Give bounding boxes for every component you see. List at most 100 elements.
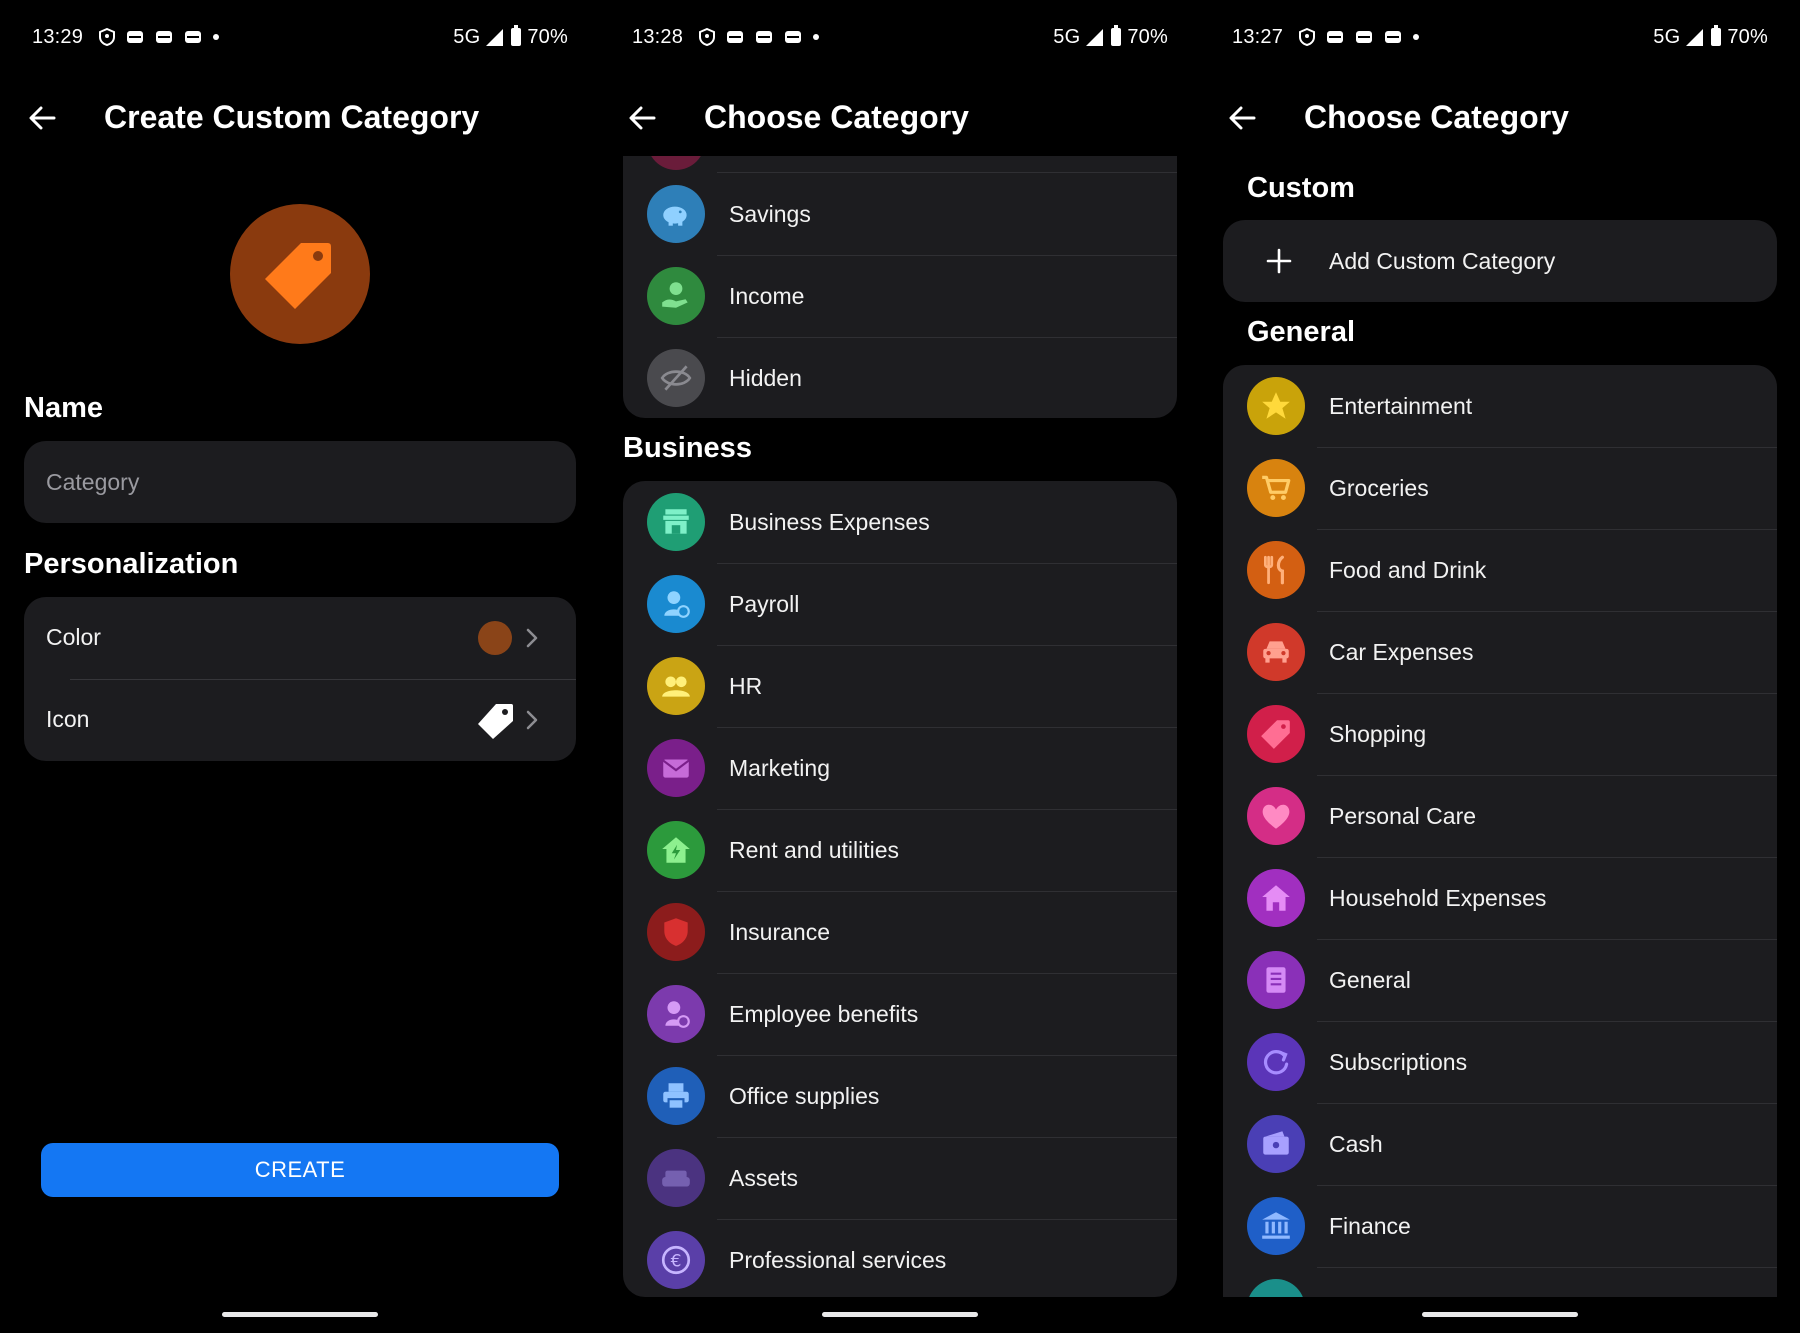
- notification-icons: [1299, 28, 1420, 46]
- home-indicator[interactable]: [822, 1312, 978, 1317]
- category-row-food-and-drink[interactable]: Food and Drink: [1223, 529, 1777, 611]
- create-category-screen: 13:29 5G 70% Create Custom Category Name…: [0, 0, 600, 1333]
- category-label: Assets: [729, 1164, 799, 1191]
- home-icon: [1247, 869, 1305, 927]
- category-row-general[interactable]: General: [1223, 939, 1777, 1021]
- category-row-subscriptions[interactable]: Subscriptions: [1223, 1021, 1777, 1103]
- home-indicator[interactable]: [1422, 1312, 1578, 1317]
- eye-off-icon: [647, 349, 705, 407]
- category-label: Subscriptions: [1329, 1048, 1468, 1075]
- battery-percent: 70%: [527, 25, 568, 48]
- network-type: 5G: [453, 25, 481, 48]
- create-button[interactable]: CREATE: [41, 1143, 559, 1197]
- icon-row[interactable]: Icon: [24, 679, 576, 761]
- choose-category-general-screen: 13:27 5G 70% Choose Category Custom Add …: [1200, 0, 1800, 1333]
- category-row-entertainment[interactable]: Entertainment: [1223, 365, 1777, 447]
- category-label: Finance: [1329, 1212, 1411, 1239]
- battery-percent: 70%: [1127, 25, 1168, 48]
- shield-notification-icon: [99, 28, 116, 46]
- category-preview: [230, 204, 370, 344]
- category-row-hidden[interactable]: Hidden: [623, 337, 1177, 418]
- category-row-f[interactable]: F: [1223, 1267, 1777, 1297]
- category-row-professional-services[interactable]: € Professional services: [623, 1219, 1177, 1297]
- category-row-assets[interactable]: Assets: [623, 1137, 1177, 1219]
- scrolled-row-remnant: [623, 156, 1177, 173]
- category-label: Office supplies: [729, 1082, 880, 1109]
- name-field[interactable]: [24, 441, 576, 523]
- add-custom-category-button[interactable]: Add Custom Category: [1223, 220, 1777, 302]
- category-row-office-supplies[interactable]: Office supplies: [623, 1055, 1177, 1137]
- heart-icon: [1247, 787, 1305, 845]
- status-time: 13:29: [32, 25, 84, 48]
- card-notification-icon: [185, 31, 202, 43]
- category-row-groceries[interactable]: Groceries: [1223, 447, 1777, 529]
- more-notifications-dot: [213, 34, 220, 40]
- category-row-income[interactable]: Income: [623, 255, 1177, 337]
- card-notification-icon: [756, 31, 773, 43]
- signal-icon: [1686, 28, 1704, 46]
- category-row-insurance[interactable]: Insurance: [623, 891, 1177, 973]
- category-label: Business Expenses: [729, 508, 930, 535]
- envelope-icon: [647, 739, 705, 797]
- person-badge-icon: [647, 985, 705, 1043]
- plus-icon: [1266, 248, 1292, 274]
- category-label: Groceries: [1329, 474, 1429, 501]
- income-hand-icon: [647, 267, 705, 325]
- payroll-person-icon: [647, 575, 705, 633]
- category-row-payroll[interactable]: Payroll: [623, 563, 1177, 645]
- category-label: Cash: [1329, 1130, 1383, 1157]
- back-arrow-icon[interactable]: [626, 102, 658, 134]
- card-notification-icon: [127, 31, 144, 43]
- category-row-cash[interactable]: Cash: [1223, 1103, 1777, 1185]
- general-categories-card: Entertainment Groceries Food and Drink Car …: [1223, 365, 1777, 1297]
- partial-category-icon: [647, 156, 705, 170]
- name-section-title: Name: [24, 392, 103, 424]
- battery-icon: [511, 25, 522, 46]
- home-indicator[interactable]: [222, 1312, 378, 1317]
- card-notification-icon: [785, 31, 802, 43]
- card-notification-icon: [1385, 31, 1402, 43]
- category-row-hr[interactable]: HR: [623, 645, 1177, 727]
- house-bolt-icon: [647, 821, 705, 879]
- category-row-marketing[interactable]: Marketing: [623, 727, 1177, 809]
- category-label: Personal Care: [1329, 802, 1477, 829]
- category-name-input[interactable]: [46, 441, 546, 523]
- euro-icon: €: [647, 1231, 705, 1289]
- back-arrow-icon[interactable]: [1226, 102, 1258, 134]
- more-notifications-dot: [1413, 34, 1420, 40]
- business-section-title: Business: [623, 432, 752, 464]
- category-label: Employee benefits: [729, 1000, 919, 1027]
- store-icon: [647, 493, 705, 551]
- card-notification-icon: [156, 31, 173, 43]
- signal-icon: [486, 28, 504, 46]
- shield-notification-icon: [699, 28, 716, 46]
- color-row[interactable]: Color: [24, 597, 576, 679]
- svg-text:€: €: [671, 1251, 682, 1271]
- category-row-rent-and-utilities[interactable]: Rent and utilities: [623, 809, 1177, 891]
- network-type: 5G: [1653, 25, 1681, 48]
- category-row-employee-benefits[interactable]: Employee benefits: [623, 973, 1177, 1055]
- category-row-shopping[interactable]: Shopping: [1223, 693, 1777, 775]
- category-row-savings[interactable]: Savings: [623, 173, 1177, 255]
- family-icon: [1247, 1279, 1305, 1297]
- battery-icon: [1711, 25, 1722, 46]
- card-notification-icon: [1356, 31, 1373, 43]
- category-label: Hidden: [729, 364, 802, 391]
- category-row-car-expenses[interactable]: Car Expenses: [1223, 611, 1777, 693]
- page-title: Create Custom Category: [104, 99, 480, 135]
- category-label: Rent and utilities: [729, 836, 900, 863]
- status-bar: 13:29 5G 70%: [32, 22, 568, 52]
- page-title: Choose Category: [1304, 99, 1569, 135]
- cart-icon: [1247, 459, 1305, 517]
- tag-icon: [478, 704, 513, 739]
- category-row-business-expenses[interactable]: Business Expenses: [623, 481, 1177, 563]
- notification-icons: [699, 28, 820, 46]
- page-title: Choose Category: [704, 99, 969, 135]
- category-row-personal-care[interactable]: Personal Care: [1223, 775, 1777, 857]
- card-notification-icon: [727, 31, 744, 43]
- back-arrow-icon[interactable]: [26, 102, 58, 134]
- printer-icon: [647, 1067, 705, 1125]
- network-type: 5G: [1053, 25, 1081, 48]
- category-row-household-expenses[interactable]: Household Expenses: [1223, 857, 1777, 939]
- category-row-finance[interactable]: Finance: [1223, 1185, 1777, 1267]
